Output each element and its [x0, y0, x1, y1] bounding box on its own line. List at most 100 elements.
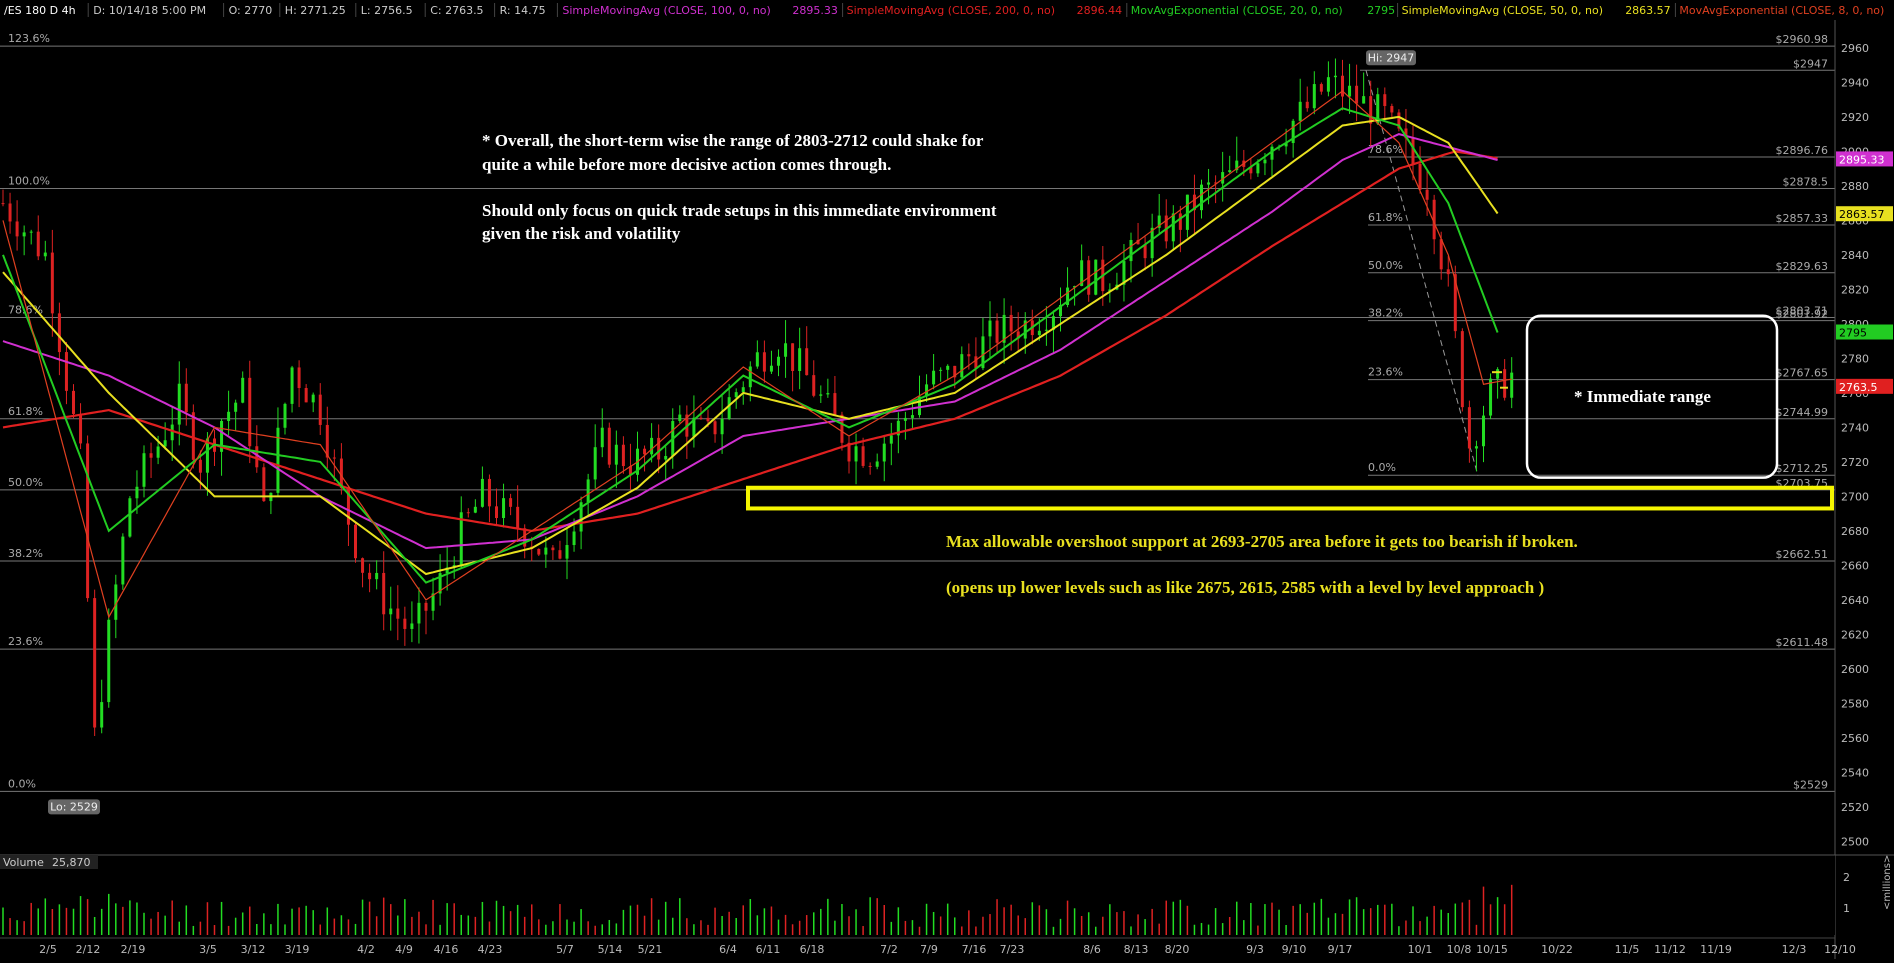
candle-body [650, 437, 654, 455]
candle-body [967, 354, 971, 357]
x-tick-label: 9/10 [1282, 943, 1307, 956]
candle-body [72, 390, 75, 414]
price-tag-label: 2895.33 [1839, 153, 1885, 166]
candle-body [1326, 77, 1330, 92]
candle-body [64, 352, 68, 391]
candle-body [283, 403, 287, 428]
x-tick-label: 6/18 [800, 943, 825, 956]
candle-body [572, 531, 576, 546]
x-tick-label: 10/8 [1447, 943, 1472, 956]
fib-percent-label-right: 23.6% [1368, 366, 1403, 379]
candle-body [1390, 106, 1394, 113]
candle-body [643, 448, 647, 455]
candle-body [1467, 407, 1471, 449]
volume-label: Volume [3, 856, 44, 869]
fib-percent-label: 38.2% [8, 547, 43, 560]
study-label: MovAvgExponential (CLOSE, 8, 0, no) [1679, 4, 1884, 17]
price-level-label: $2878.5 [1783, 175, 1829, 188]
x-tick-label: 10/1 [1408, 943, 1433, 956]
x-tick-label: 7/23 [1000, 943, 1025, 956]
x-tick-label: 5/7 [556, 943, 574, 956]
candle-body [769, 365, 773, 372]
candle-body [798, 348, 802, 372]
lo-label: Lo: 2529 [50, 800, 98, 813]
candle-body [1418, 163, 1422, 190]
x-tick-label: 12/3 [1782, 943, 1807, 956]
volume-unit-label: <millions> [1882, 855, 1893, 910]
x-tick-label: 8/6 [1083, 943, 1101, 956]
candle-body [50, 252, 54, 314]
candle-body [487, 478, 491, 507]
candle-body [368, 572, 372, 580]
commentary-line-4: given the risk and volatility [482, 224, 681, 243]
candle-body [184, 383, 188, 413]
header-field: D: 10/14/18 5:00 PM [93, 4, 206, 17]
candle-body [177, 383, 181, 425]
candle-body [558, 550, 562, 559]
candle-body [910, 415, 914, 418]
candle-body [516, 506, 520, 529]
candle-body [1319, 84, 1323, 92]
x-tick-label: 7/2 [880, 943, 898, 956]
y-tick-label: 2960 [1841, 42, 1869, 55]
candle-body [100, 702, 104, 728]
y-tick-label: 2660 [1841, 559, 1869, 572]
x-tick-label: 8/20 [1165, 943, 1190, 956]
candle-body [417, 602, 421, 624]
candle-body [551, 547, 555, 551]
candle-body [382, 572, 386, 615]
price-level-label: $2801.92 [1776, 308, 1829, 321]
x-tick-label: 11/19 [1700, 943, 1732, 956]
candle-body [22, 232, 26, 237]
candle-body [1298, 101, 1302, 121]
candle-body [424, 602, 428, 611]
candle-body [170, 424, 174, 441]
candle-body [1474, 446, 1478, 449]
candle-body [988, 320, 992, 337]
x-tick-label: 2/12 [76, 943, 101, 956]
y-tick-label: 2700 [1841, 490, 1869, 503]
candle-body [1171, 213, 1175, 242]
candle-body [149, 453, 153, 458]
candle-body [502, 498, 506, 519]
x-tick-label: 2/5 [39, 943, 57, 956]
candle-body [1256, 163, 1260, 174]
candle-body [903, 417, 907, 421]
candle-body [396, 608, 400, 619]
chart-window: 123.6% 100.0% 78.6% 61.8% 50.0% 38.2% 23.6% 0.0… [0, 0, 1894, 959]
y-tick-label: 2820 [1841, 283, 1869, 296]
candle-body [748, 366, 752, 388]
price-level-label: $2947 [1793, 57, 1828, 70]
x-tick-label: 6/11 [756, 943, 781, 956]
candle-body [1129, 239, 1133, 262]
y-tick-label: 2680 [1841, 525, 1869, 538]
y-tick-label: 2920 [1841, 111, 1869, 124]
candle-body [833, 393, 837, 415]
x-tick-label: 3/19 [285, 943, 310, 956]
candle-body [882, 443, 886, 462]
candle-body [720, 418, 724, 435]
candle-body [297, 367, 301, 389]
candle-body [128, 498, 132, 537]
candle-body [1355, 85, 1359, 104]
candle-body [607, 427, 611, 465]
header-field: O: 2770 [229, 4, 273, 17]
fib-percent-label: 123.6% [8, 32, 50, 45]
candle-body [198, 459, 202, 473]
price-tag-label: 2763.5 [1839, 381, 1878, 394]
candle-body [544, 547, 548, 555]
y-tick-label: 2640 [1841, 594, 1869, 607]
price-axis-panel [1835, 0, 1894, 959]
price-tag-label: 2863.57 [1839, 208, 1885, 221]
price-level-label: $2529 [1793, 778, 1828, 791]
candle-body [79, 413, 83, 444]
fib-percent-label: 100.0% [8, 174, 50, 187]
candle-body [156, 446, 160, 458]
candle-body [1341, 75, 1344, 97]
candle-body [1305, 101, 1309, 109]
price-level-label: $2767.65 [1776, 367, 1829, 380]
commentary-line-3: Should only focus on quick trade setups … [482, 201, 997, 220]
price-level-label: $2857.33 [1776, 212, 1829, 225]
x-tick-label: 4/23 [478, 943, 503, 956]
fib-percent-label: 61.8% [8, 405, 43, 418]
